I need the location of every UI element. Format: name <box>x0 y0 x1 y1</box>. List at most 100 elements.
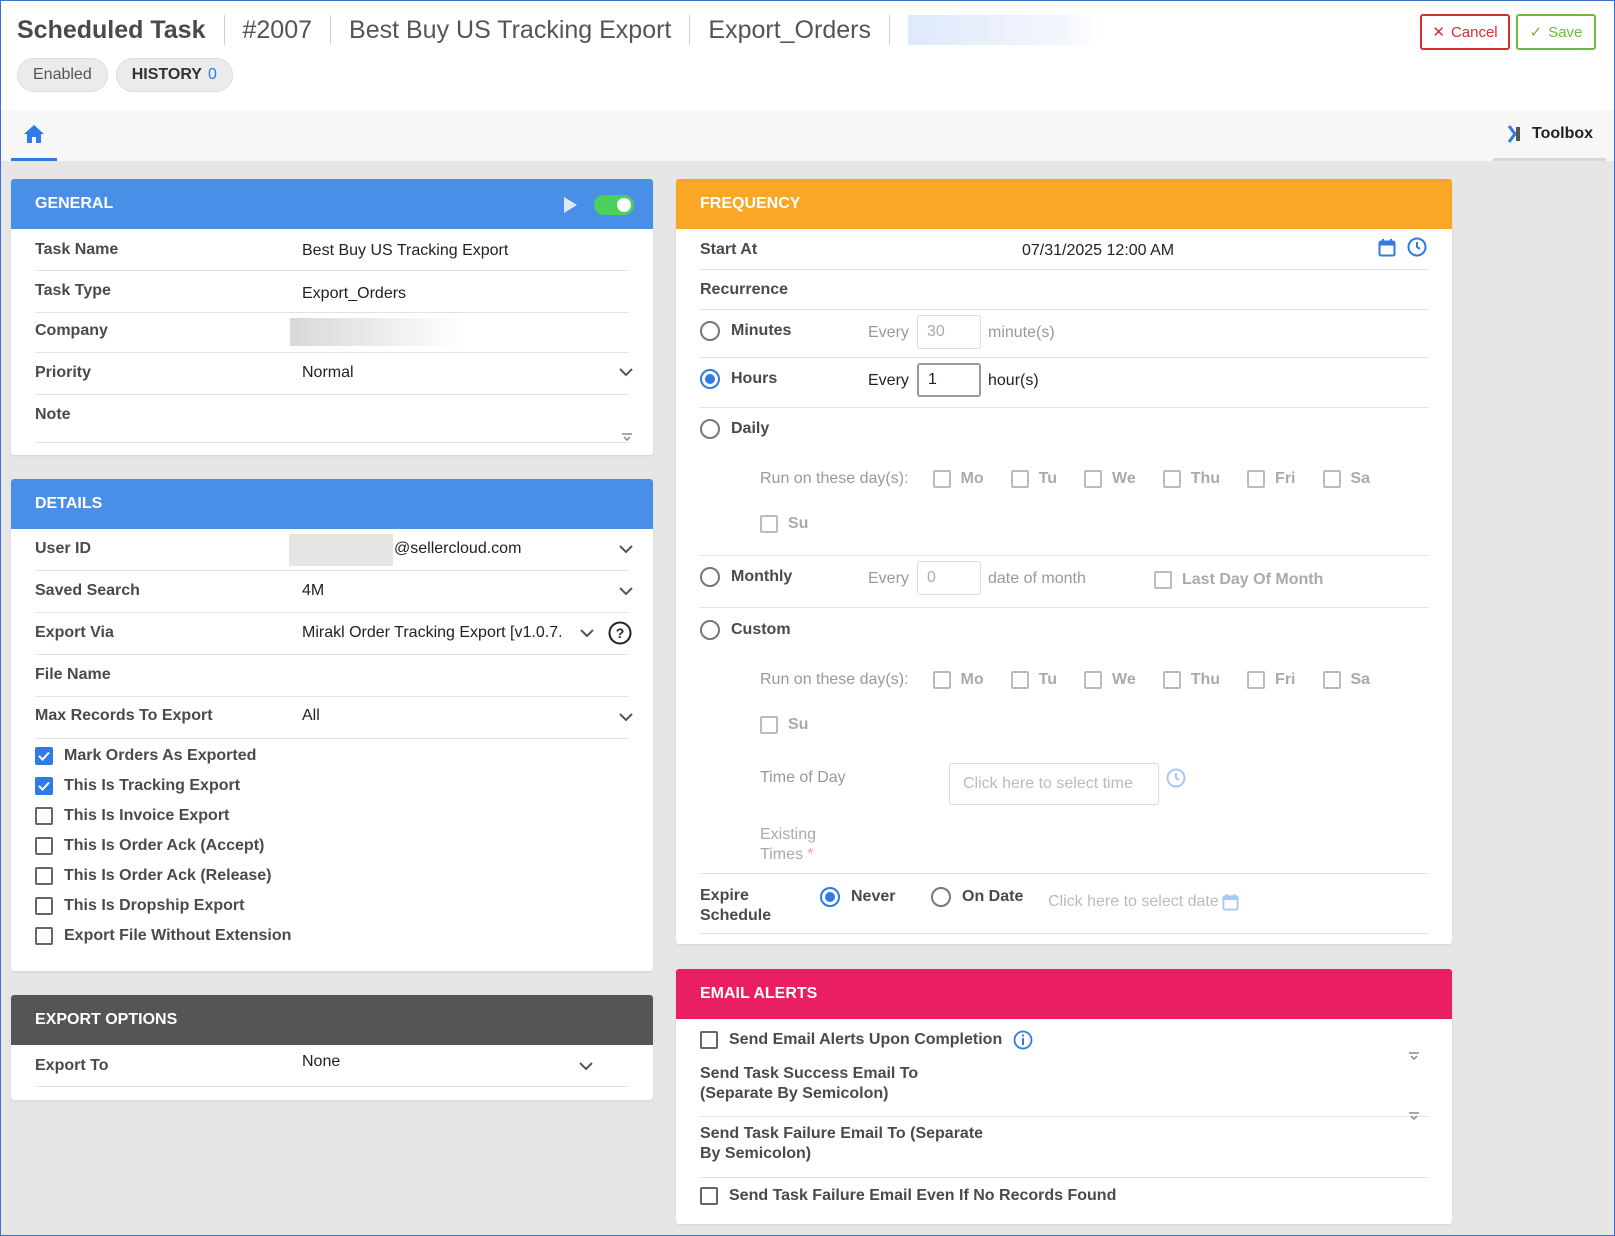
saved-search-row[interactable]: Saved Search 4M <box>35 571 633 613</box>
order-ack-accept-checkbox[interactable]: This Is Order Ack (Accept) <box>35 837 264 855</box>
day-checkbox-we[interactable]: We <box>1084 470 1136 488</box>
day-checkbox-thu[interactable]: Thu <box>1162 671 1220 689</box>
day-checkbox-we[interactable]: We <box>1084 671 1136 689</box>
priority-select[interactable]: Normal <box>302 364 354 382</box>
day-checkbox-sa[interactable]: Sa <box>1322 470 1370 488</box>
every-label: Every <box>868 372 909 389</box>
radio[interactable] <box>700 419 720 439</box>
mark-exported-checkbox[interactable]: Mark Orders As Exported <box>35 747 256 765</box>
success-email-field[interactable]: Send Task Success Email To (Separate By … <box>700 1052 1428 1117</box>
radio[interactable] <box>700 620 720 640</box>
checkbox[interactable] <box>35 927 53 945</box>
checkbox[interactable] <box>35 807 53 825</box>
checkbox[interactable] <box>35 897 53 915</box>
email-alerts-panel: EMAIL ALERTS Send Email Alerts Upon Comp… <box>676 969 1452 1224</box>
start-at-field[interactable]: 07/31/2025 12:00 AM <box>1022 242 1174 260</box>
day-checkbox-tu[interactable]: Tu <box>1010 671 1057 689</box>
chevron-down-icon[interactable] <box>580 628 594 638</box>
cancel-button[interactable]: ✕ Cancel <box>1420 14 1510 50</box>
minutes-input[interactable]: 30 <box>917 315 981 349</box>
order-ack-release-checkbox[interactable]: This Is Order Ack (Release) <box>35 867 272 885</box>
title-task-type: Export_Orders <box>708 15 871 44</box>
save-label: Save <box>1548 23 1583 41</box>
tracking-export-label: This Is Tracking Export <box>64 777 241 794</box>
page-header: Scheduled Task #2007 Best Buy US Trackin… <box>0 0 1615 110</box>
chevron-down-icon[interactable] <box>619 544 633 554</box>
export-via-select[interactable]: Mirakl Order Tracking Export [v1.0.7. <box>302 624 577 642</box>
checkbox-checked[interactable] <box>35 747 53 765</box>
saved-search-select[interactable]: 4M <box>302 582 324 600</box>
day-checkbox-mo[interactable]: Mo <box>932 470 984 488</box>
help-icon[interactable]: ? <box>608 621 632 645</box>
last-day-of-month-checkbox[interactable]: Last Day Of Month <box>1154 571 1323 589</box>
radio[interactable] <box>700 567 720 587</box>
resize-handle-icon[interactable] <box>1408 1052 1420 1060</box>
on-date-radio[interactable]: On Date <box>931 887 1023 907</box>
chevron-down-icon[interactable] <box>619 367 633 377</box>
user-id-row[interactable]: User ID @sellercloud.com <box>35 529 633 571</box>
info-icon[interactable] <box>1013 1030 1033 1050</box>
day-checkbox-tu[interactable]: Tu <box>1010 470 1057 488</box>
never-radio[interactable]: Never <box>820 887 895 907</box>
note-row[interactable]: Note <box>35 395 632 443</box>
day-checkbox-fri[interactable]: Fri <box>1247 671 1296 689</box>
task-name-field[interactable]: Best Buy US Tracking Export <box>302 242 508 260</box>
dropship-export-checkbox[interactable]: This Is Dropship Export <box>35 897 244 915</box>
chevron-down-icon[interactable] <box>619 712 633 722</box>
radio-selected[interactable] <box>700 369 720 389</box>
chevron-down-icon[interactable] <box>619 586 633 596</box>
hours-radio[interactable]: Hours <box>700 369 777 389</box>
expire-date-input[interactable]: Click here to select date <box>1048 893 1239 911</box>
radio[interactable] <box>700 321 720 341</box>
failure-no-records-checkbox[interactable]: Send Task Failure Email Even If No Recor… <box>700 1187 1116 1205</box>
monthly-input[interactable]: 0 <box>917 561 981 595</box>
resize-handle-icon[interactable] <box>1408 1112 1420 1120</box>
note-label: Note <box>35 406 71 423</box>
checkbox-checked[interactable] <box>35 777 53 795</box>
priority-row[interactable]: Priority Normal <box>35 353 633 395</box>
tracking-export-checkbox[interactable]: This Is Tracking Export <box>35 777 240 795</box>
max-records-select[interactable]: All <box>302 707 320 725</box>
hours-input[interactable]: 1 <box>917 363 981 397</box>
day-checkbox-fri[interactable]: Fri <box>1247 470 1296 488</box>
daily-radio[interactable]: Daily <box>700 419 769 439</box>
export-to-row[interactable]: Export To None <box>35 1045 629 1087</box>
day-checkbox-su[interactable]: Su <box>760 716 808 734</box>
export-to-select[interactable]: None <box>302 1053 340 1071</box>
custom-radio[interactable]: Custom <box>700 620 791 640</box>
clock-icon[interactable] <box>1166 768 1186 788</box>
history-button[interactable]: HISTORY 0 <box>115 58 233 92</box>
no-extension-checkbox[interactable]: Export File Without Extension <box>35 927 291 945</box>
radio[interactable] <box>931 887 951 907</box>
radio-selected[interactable] <box>820 887 840 907</box>
save-button[interactable]: ✓ Save <box>1516 14 1596 50</box>
file-name-row[interactable]: File Name <box>35 655 629 697</box>
day-checkbox-mo[interactable]: Mo <box>932 671 984 689</box>
checkbox[interactable] <box>700 1031 718 1049</box>
minutes-radio[interactable]: Minutes <box>700 321 791 341</box>
monthly-radio[interactable]: Monthly <box>700 567 792 587</box>
day-checkbox-sa[interactable]: Sa <box>1322 671 1370 689</box>
toolbox-button[interactable]: Toolbox <box>1493 110 1606 161</box>
resize-handle-icon[interactable] <box>621 433 633 441</box>
checkbox[interactable] <box>700 1187 718 1205</box>
tab-home[interactable] <box>11 110 57 161</box>
calendar-icon[interactable] <box>1222 893 1239 911</box>
chevron-down-icon[interactable] <box>579 1061 593 1071</box>
play-icon[interactable] <box>562 196 578 214</box>
calendar-icon[interactable] <box>1378 238 1396 257</box>
time-of-day-input[interactable]: Click here to select time <box>949 763 1159 805</box>
checkbox[interactable] <box>35 867 53 885</box>
max-records-row[interactable]: Max Records To Export All <box>35 697 633 739</box>
user-id-select[interactable]: @sellercloud.com <box>394 540 521 558</box>
export-via-row[interactable]: Export Via Mirakl Order Tracking Export … <box>35 613 632 655</box>
checkbox[interactable] <box>35 837 53 855</box>
enabled-toggle[interactable] <box>594 195 634 215</box>
clock-icon[interactable] <box>1407 237 1427 257</box>
day-checkbox-thu[interactable]: Thu <box>1162 470 1220 488</box>
send-alerts-checkbox[interactable]: Send Email Alerts Upon Completion <box>700 1030 1033 1050</box>
priority-label: Priority <box>35 364 92 381</box>
invoice-export-checkbox[interactable]: This Is Invoice Export <box>35 807 229 825</box>
failure-email-field[interactable]: Send Task Failure Email To (Separate By … <box>700 1112 1428 1178</box>
day-checkbox-su[interactable]: Su <box>760 515 808 533</box>
